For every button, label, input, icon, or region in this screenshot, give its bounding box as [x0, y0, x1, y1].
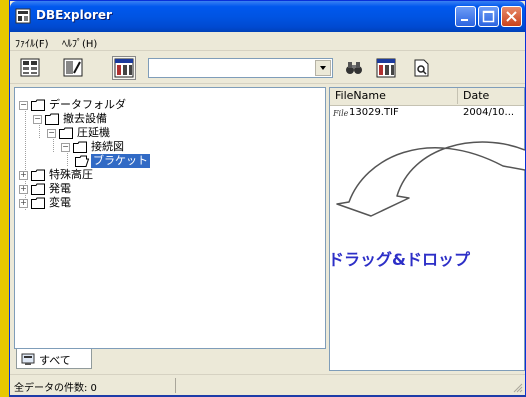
folder-icon	[31, 197, 45, 209]
edit-table-icon	[63, 58, 83, 77]
tree-node-label: 変電	[49, 196, 71, 209]
edit-view-button[interactable]	[61, 57, 85, 79]
tree-node-label: 特殊高圧	[49, 168, 93, 181]
expand-icon[interactable]: +	[19, 171, 28, 180]
tab-bar: すべて	[14, 349, 326, 371]
column-header-date[interactable]: Date	[458, 88, 524, 104]
tree-node-label: 発電	[49, 182, 71, 195]
open-folder-icon	[75, 155, 89, 167]
folder-icon	[31, 169, 45, 181]
database-table-icon	[376, 58, 396, 78]
folder-icon	[31, 99, 45, 111]
tab-all[interactable]: すべて	[16, 349, 92, 369]
tree-node-label: 圧延機	[77, 126, 110, 139]
view-details-button[interactable]	[18, 57, 42, 79]
binoculars-icon	[346, 62, 362, 74]
collapse-icon[interactable]: −	[33, 115, 42, 124]
tree-node-label: 接続図	[91, 140, 124, 153]
minimize-icon	[461, 19, 468, 21]
chevron-down-icon	[320, 66, 326, 70]
resize-grip-icon[interactable]	[511, 381, 523, 393]
collapse-icon[interactable]: −	[47, 129, 56, 138]
drag-drop-arrow-icon	[336, 141, 525, 217]
tab-all-label: すべて	[39, 354, 71, 367]
database-icon	[21, 353, 35, 365]
expand-icon[interactable]: +	[19, 199, 28, 208]
search-button[interactable]	[342, 57, 366, 79]
status-bar: 全データの件数: 0	[10, 374, 525, 395]
collapse-icon[interactable]: −	[61, 143, 70, 152]
menu-help[interactable]: ﾍﾙﾌﾟ(H)	[62, 35, 97, 50]
tree-connector	[25, 104, 26, 210]
drag-drop-caption: ドラッグ&ドロップ	[328, 250, 470, 269]
list-header: FileName Date	[330, 88, 524, 106]
maximize-button[interactable]	[478, 6, 499, 27]
folder-tree[interactable]: − データフォルダ − 撤去設備 − 圧延機 − 接続図 ブラケット + 特殊高…	[14, 87, 326, 349]
folder-icon	[45, 113, 59, 125]
grid-view-icon	[20, 58, 40, 77]
menu-file[interactable]: ﾌｧｲﾙ(F)	[15, 35, 49, 50]
close-button[interactable]	[501, 6, 522, 27]
record-count: 全データの件数: 0	[14, 383, 97, 394]
folder-icon	[59, 127, 73, 139]
window-title: DBExplorer	[36, 8, 112, 22]
app-icon	[15, 8, 31, 24]
list-item[interactable]: File 13029.TIF 2004/10...	[330, 106, 524, 120]
database-button[interactable]	[374, 57, 398, 79]
menu-bar: ﾌｧｲﾙ(F) ﾍﾙﾌﾟ(H)	[10, 32, 525, 51]
title-bar[interactable]: DBExplorer	[10, 1, 525, 32]
file-date: 2004/10...	[463, 107, 515, 118]
close-icon	[506, 11, 517, 22]
status-divider	[175, 378, 176, 393]
toolbar	[10, 51, 525, 84]
database-table-icon	[114, 58, 134, 78]
collapse-icon[interactable]: −	[19, 101, 28, 110]
file-name: 13029.TIF	[349, 107, 399, 118]
tree-node-label: データフォルダ	[49, 98, 126, 111]
minimize-button[interactable]	[455, 6, 476, 27]
folder-icon	[31, 183, 45, 195]
search-combo[interactable]	[148, 58, 333, 78]
preview-button[interactable]	[410, 57, 434, 79]
column-header-filename[interactable]: FileName	[330, 88, 458, 104]
maximize-icon	[482, 10, 495, 23]
tree-node-label: ブラケット	[91, 154, 150, 168]
tree-node-label: 撤去設備	[63, 112, 107, 125]
yellow-side-bar	[0, 0, 9, 397]
database-view-button[interactable]	[112, 56, 136, 80]
file-icon: File	[333, 109, 349, 118]
combo-dropdown-button[interactable]	[315, 60, 331, 76]
expand-icon[interactable]: +	[19, 185, 28, 194]
folder-icon	[73, 141, 87, 153]
page-search-icon	[414, 59, 429, 77]
